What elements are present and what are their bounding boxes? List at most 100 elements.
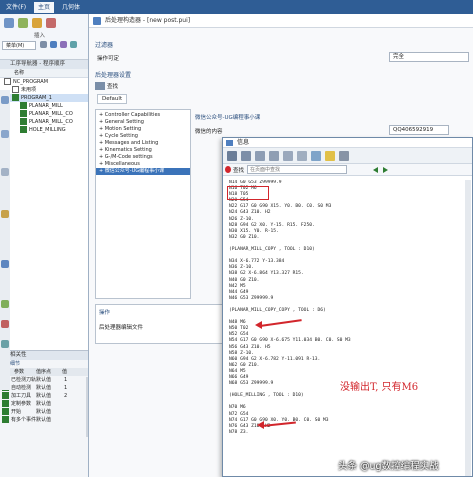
props-src: 默认值	[36, 393, 52, 399]
row-label: HOLE_MILLING	[29, 127, 66, 133]
reuse-library-icon[interactable]	[1, 168, 9, 176]
navigator-row[interactable]: PLANAR_MILL_CO	[0, 118, 91, 126]
row-checkbox[interactable]	[20, 126, 27, 133]
settings-tree-label: G-/M-Code settings	[104, 154, 153, 160]
settings-tree-item[interactable]: + General Setting	[96, 119, 190, 126]
tab-home[interactable]: 主页	[34, 2, 55, 13]
web-browser-icon[interactable]	[1, 260, 9, 268]
info-window-title: 信息	[223, 138, 472, 148]
props-src: 默认值	[36, 377, 52, 383]
navigator-row[interactable]: PROGRAM_1	[0, 94, 91, 102]
props-row[interactable]: 有多个事件 默认值	[0, 416, 92, 424]
settings-tree-item[interactable]: + Kinematics Setting	[96, 147, 190, 154]
props-row[interactable]: 加工刀具 默认值 2	[0, 392, 92, 400]
settings-tree-label: General Setting	[104, 119, 144, 125]
find-prev-icon[interactable]	[373, 167, 378, 173]
right-field-input[interactable]: QQ406592919	[389, 125, 449, 135]
create-tool-icon[interactable]	[18, 18, 28, 28]
props-val: 1	[64, 385, 68, 391]
navigator-row[interactable]: HOLE_MILLING	[0, 126, 91, 134]
info-scrollbar[interactable]	[465, 180, 471, 476]
settings-tree-item[interactable]: + G-/M-Code settings	[96, 154, 190, 161]
arrow-head-2	[257, 421, 264, 429]
menu-dropdown[interactable]: 菜单(M)	[2, 41, 36, 50]
props-col-src: 值序点	[36, 369, 52, 375]
props-val: 2	[64, 393, 68, 399]
tab-default[interactable]: Default	[97, 94, 128, 104]
copy-icon[interactable]	[255, 151, 265, 161]
tab-geometry[interactable]: 几何体	[58, 2, 84, 13]
find-icon[interactable]	[283, 151, 293, 161]
props-param: 定制参数	[0, 400, 32, 408]
settings-tree-item[interactable]: + 微信公众号-UG编程事小课	[96, 168, 190, 175]
wrap-icon[interactable]	[311, 151, 321, 161]
row-checkbox[interactable]	[12, 94, 19, 101]
props-src: 默认值	[36, 409, 52, 415]
palette-icon[interactable]	[1, 300, 9, 308]
part-nav-icon[interactable]	[1, 130, 9, 138]
settings-tree-item[interactable]: + Miscellaneous	[96, 161, 190, 168]
props-checkbox[interactable]	[2, 400, 9, 407]
create-geometry-icon[interactable]	[32, 18, 42, 28]
filter-dropdown[interactable]: 完全	[389, 52, 469, 62]
row-checkbox[interactable]	[20, 118, 27, 125]
home-toolbar: 插入 菜单(M)	[0, 14, 88, 60]
settings-tree-label: Messages and Listing	[104, 140, 159, 146]
select-icon[interactable]	[60, 41, 67, 48]
ops-item[interactable]: 后处理器编辑文件	[99, 323, 143, 331]
props-src: 默认值	[36, 385, 52, 391]
print-icon[interactable]	[241, 151, 251, 161]
history-icon[interactable]	[1, 210, 9, 218]
tab-search[interactable]: 查找	[107, 82, 118, 90]
navigator-row[interactable]: PLANAR_MILL_CO	[0, 110, 91, 118]
navigator-row[interactable]: 未用项	[0, 86, 91, 94]
settings-tree-item[interactable]: + Messages and Listing	[96, 140, 190, 147]
props-val	[58, 400, 78, 408]
props-row[interactable]: 自动检测 默认值 1	[0, 384, 92, 392]
create-program-icon[interactable]	[4, 18, 14, 28]
settings-tree-item[interactable]: + Cycle Setting	[96, 133, 190, 140]
props-param-text: 开始	[11, 409, 22, 415]
navigator-row[interactable]: PLANAR_MILL	[0, 102, 91, 110]
settings-tree-item[interactable]: + Controller Capabilities	[96, 112, 190, 119]
props-row[interactable]: 定制参数 默认值	[0, 400, 92, 408]
zoom-icon[interactable]	[297, 151, 307, 161]
props-checkbox[interactable]	[2, 416, 9, 423]
row-checkbox[interactable]	[12, 86, 19, 93]
settings-tree-item[interactable]: + Motion Setting	[96, 126, 190, 133]
props-param: 加工刀具	[0, 392, 31, 400]
row-checkbox[interactable]	[4, 78, 11, 85]
create-operation-icon[interactable]	[46, 18, 56, 28]
save-icon[interactable]	[227, 151, 237, 161]
view-icon[interactable]	[70, 41, 77, 48]
filter-icon[interactable]	[40, 41, 47, 48]
row-checkbox[interactable]	[20, 102, 27, 109]
assembly-nav-icon[interactable]	[1, 96, 9, 104]
props-row[interactable]: 已检测刀轨 默认值 1	[0, 376, 92, 384]
tab-file[interactable]: 文件(F)	[2, 2, 30, 13]
navigator-col-name[interactable]: 名称	[0, 69, 91, 78]
watermark: 头条 @ug数控编程实战	[338, 461, 439, 472]
props-checkbox[interactable]	[2, 408, 9, 415]
props-param: 有多个事件	[0, 416, 36, 424]
props-val	[58, 416, 78, 424]
row-checkbox[interactable]	[20, 110, 27, 117]
roles-icon[interactable]	[1, 320, 9, 328]
annotation-text: 没输出T, 只有M6	[340, 382, 419, 393]
navigator-row[interactable]: NC_PROGRAM	[0, 78, 91, 86]
font-icon[interactable]	[269, 151, 279, 161]
find-next-icon[interactable]	[383, 167, 388, 173]
settings-tree: + Controller Capabilities + General Setti…	[95, 109, 191, 299]
snap-icon[interactable]	[50, 41, 57, 48]
settings-icon[interactable]	[339, 151, 349, 161]
props-param-text: 定制参数	[11, 401, 32, 407]
machine-nav-icon[interactable]	[1, 340, 9, 348]
props-checkbox[interactable]	[2, 392, 9, 399]
props-sub[interactable]: 细节	[0, 360, 92, 368]
tab-scroll-icon[interactable]	[95, 82, 105, 90]
props-header: 参数 值序点 值	[0, 368, 92, 376]
highlight-icon[interactable]	[325, 151, 335, 161]
props-row[interactable]: 开始 默认值	[0, 408, 92, 416]
post-settings-label: 后处理器设置	[95, 72, 132, 79]
search-input[interactable]	[247, 165, 347, 174]
